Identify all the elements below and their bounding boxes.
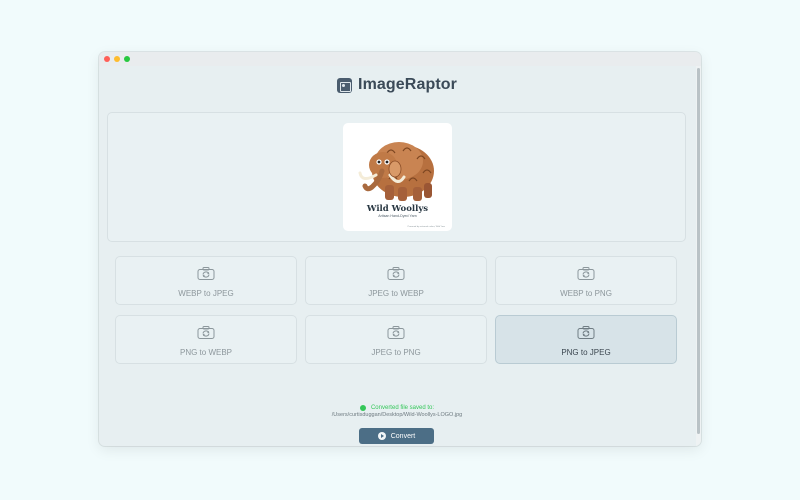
- convert-label: Convert: [390, 432, 416, 440]
- maximize-window-button[interactable]: [124, 56, 130, 62]
- option-png-to-jpeg[interactable]: PNG to JPEG: [495, 315, 677, 364]
- option-label: WEBP to PNG: [560, 289, 612, 298]
- app-header: ImageRaptor: [99, 74, 695, 96]
- camera-rotate-icon: [197, 267, 215, 280]
- convert-button[interactable]: Convert: [359, 428, 434, 444]
- app-window: ImageRaptor Wild Woollys Artisan Hand-Dy…: [99, 52, 701, 446]
- option-label: PNG to JPEG: [561, 348, 611, 357]
- preview-logo-footer: Powered by artisanal colour, Wild Yarn: [408, 225, 446, 228]
- image-icon: [337, 77, 353, 93]
- image-preview-panel[interactable]: Wild Woollys Artisan Hand-Dyed Yarn Powe…: [107, 112, 686, 242]
- camera-rotate-icon: [387, 326, 405, 339]
- preview-image: Wild Woollys Artisan Hand-Dyed Yarn Powe…: [343, 123, 452, 231]
- camera-rotate-icon: [387, 267, 405, 280]
- preview-logo-text: Wild Woollys: [366, 204, 428, 214]
- camera-rotate-icon: [197, 326, 215, 339]
- option-label: WEBP to JPEG: [178, 289, 234, 298]
- camera-rotate-icon: [577, 326, 595, 339]
- preview-logo-subtitle: Artisan Hand-Dyed Yarn: [378, 214, 417, 218]
- scrollbar-thumb[interactable]: [697, 68, 700, 434]
- option-png-to-webp[interactable]: PNG to WEBP: [115, 315, 297, 364]
- check-circle-icon: [359, 405, 366, 411]
- app-title: ImageRaptor: [358, 76, 457, 93]
- option-label: PNG to WEBP: [179, 348, 232, 357]
- option-label: JPEG to PNG: [371, 348, 421, 357]
- status-message: Converted file saved to:: [370, 405, 435, 411]
- play-circle-icon: [377, 432, 386, 440]
- title-bar: [99, 52, 701, 66]
- option-jpeg-to-png[interactable]: JPEG to PNG: [305, 315, 487, 364]
- option-webp-to-png[interactable]: WEBP to PNG: [495, 256, 677, 305]
- option-webp-to-jpeg[interactable]: WEBP to JPEG: [115, 256, 297, 305]
- minimize-window-button[interactable]: [114, 56, 120, 62]
- option-label: JPEG to WEBP: [368, 289, 424, 298]
- saved-file-path: /Users/curtisduggan/Desktop/Wild-Woollys…: [331, 412, 463, 418]
- camera-rotate-icon: [577, 267, 595, 280]
- close-window-button[interactable]: [104, 56, 110, 62]
- conversion-options: WEBP to JPEG JPEG to WEBP WEBP to PNG PN…: [115, 256, 678, 364]
- option-jpeg-to-webp[interactable]: JPEG to WEBP: [305, 256, 487, 305]
